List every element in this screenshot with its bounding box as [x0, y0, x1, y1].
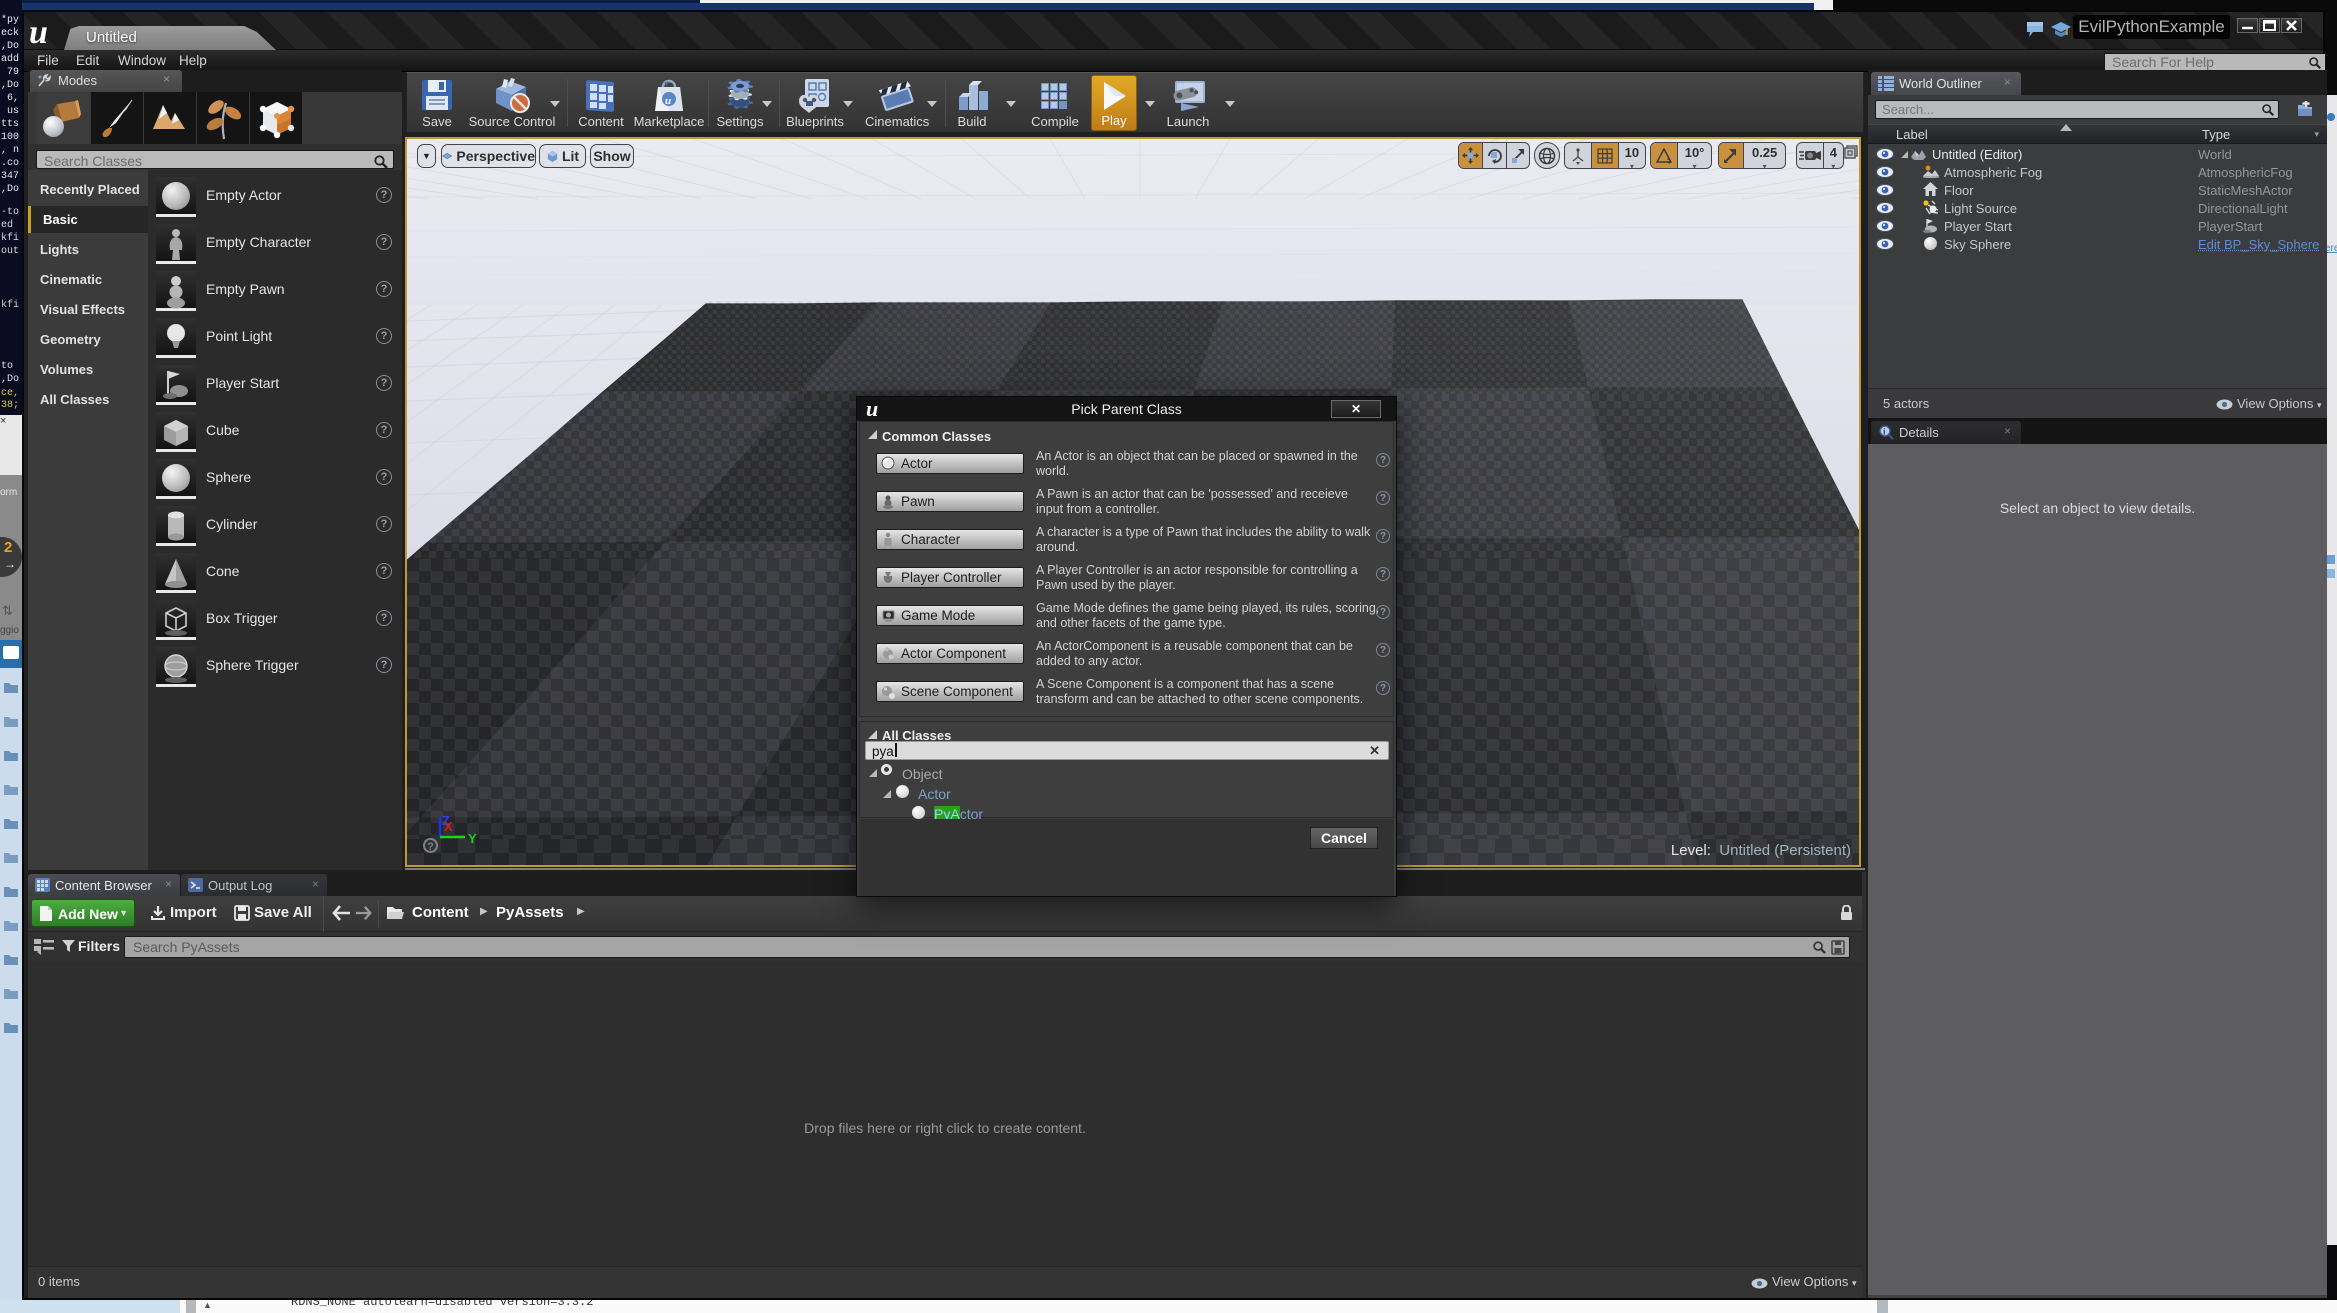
- svg-text:u: u: [665, 95, 671, 107]
- svg-text:Y: Y: [468, 831, 477, 846]
- svg-text:X: X: [444, 819, 453, 834]
